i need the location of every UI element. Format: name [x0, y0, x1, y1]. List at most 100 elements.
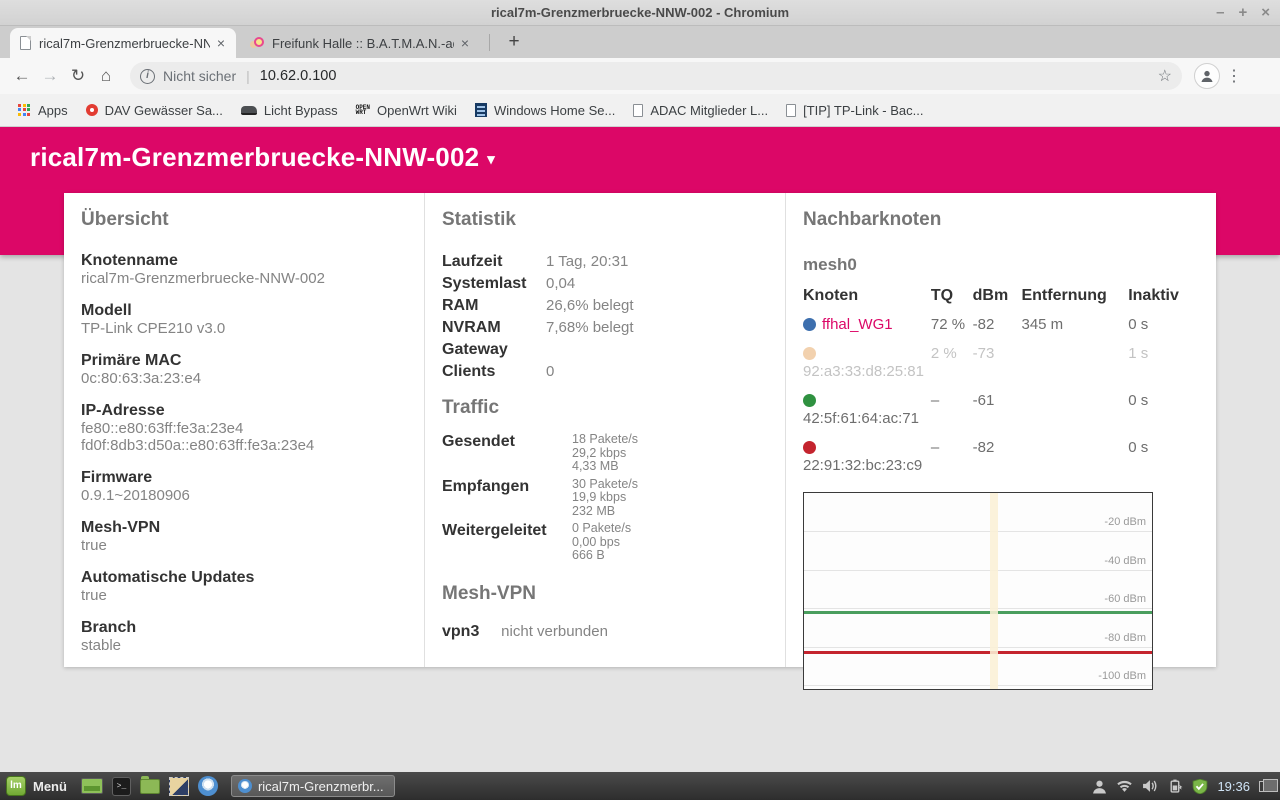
- taskbar: lm Menü >_ rical7m-Grenzmerbr... 19:36: [0, 772, 1280, 800]
- show-desktop-icon[interactable]: [81, 778, 103, 794]
- chromium-icon: [238, 779, 252, 793]
- stat-row: NVRAM7,68% belegt: [442, 317, 767, 339]
- status-dot: [803, 394, 816, 407]
- browser-toolbar: ← → ↻ ⌂ i Nicht sicher | 10.62.0.100 ☆ ⋮: [0, 58, 1280, 94]
- tab-close-icon[interactable]: ×: [458, 35, 472, 51]
- bookmark-dav-gewaesser[interactable]: DAV Gewässer Sa...: [86, 103, 223, 118]
- image-viewer-icon[interactable]: [169, 777, 189, 796]
- neighbor-node-link[interactable]: ffhal_WG1: [822, 316, 893, 333]
- back-icon[interactable]: ←: [8, 66, 36, 86]
- apps-grid-icon: [18, 104, 31, 117]
- new-tab-button[interactable]: +: [500, 28, 528, 56]
- security-label: Nicht sicher: [163, 68, 236, 84]
- tab-title: rical7m-Grenzmerbruecke-NNW: [39, 36, 210, 51]
- table-row: 42:5f:61:64:ac:71 – -61 0 s: [803, 389, 1198, 436]
- task-window-button[interactable]: rical7m-Grenzmerbr...: [231, 775, 395, 797]
- neighbor-mac: 42:5f:61:64:ac:71: [803, 410, 919, 427]
- tab-separator: [489, 34, 490, 51]
- overview-entry: Mesh-VPN true: [81, 518, 406, 554]
- traffic-row: Gesendet 18 Pakete/s29,2 kbps4,33 MB: [442, 433, 767, 474]
- user-icon: [1200, 69, 1214, 83]
- table-row: ffhal_WG1 72 % -82 345 m 0 s: [803, 313, 1198, 342]
- vpn-row: vpn3 nicht verbunden: [442, 623, 767, 641]
- overview-entry: Branch stable: [81, 618, 406, 654]
- statistics-column: Statistik Laufzeit1 Tag, 20:31 Systemlas…: [425, 193, 786, 667]
- tab-strip: rical7m-Grenzmerbruecke-NNW × Freifunk H…: [0, 26, 1280, 58]
- tab-node-status[interactable]: rical7m-Grenzmerbruecke-NNW ×: [10, 28, 236, 58]
- table-row: 92:a3:33:d8:25:81 2 % -73 1 s: [803, 342, 1198, 389]
- window-title: rical7m-Grenzmerbruecke-NNW-002 - Chromi…: [491, 5, 789, 20]
- bookmark-tplink[interactable]: [TIP] TP-Link - Bac...: [786, 103, 923, 118]
- omnibox-separator: |: [246, 68, 250, 84]
- signal-series-line: [804, 651, 1152, 654]
- bookmark-adac[interactable]: ADAC Mitglieder L...: [633, 103, 768, 118]
- tab-close-icon[interactable]: ×: [214, 35, 228, 51]
- clock: 19:36: [1217, 779, 1250, 794]
- home-icon[interactable]: ⌂: [92, 66, 120, 86]
- wifi-icon[interactable]: [1116, 779, 1133, 793]
- server-icon: [475, 103, 487, 117]
- overview-entry: Modell TP-Link CPE210 v3.0: [81, 301, 406, 337]
- signal-series-line: [804, 611, 1152, 614]
- system-tray: 19:36: [1092, 779, 1280, 794]
- overview-entry: IP-Adresse fe80::e80:63ff:fe3a:23e4 fd0f…: [81, 401, 406, 454]
- neighbor-mac: 22:91:32:bc:23:c9: [803, 457, 922, 474]
- file-manager-icon[interactable]: [140, 779, 160, 794]
- browser-menu-icon[interactable]: ⋮: [1220, 66, 1248, 86]
- battery-icon[interactable]: [1168, 779, 1183, 793]
- update-shield-icon[interactable]: [1192, 779, 1208, 794]
- terminal-icon[interactable]: >_: [112, 777, 131, 796]
- status-dot: [803, 441, 816, 454]
- bookmark-star-icon[interactable]: ☆: [1158, 66, 1172, 86]
- traffic-heading: Traffic: [442, 397, 767, 419]
- neighbors-heading: Nachbarknoten: [803, 209, 1198, 231]
- tab-freifunk-halle[interactable]: Freifunk Halle :: B.A.T.M.A.N.-ad ×: [240, 28, 480, 58]
- bookmark-licht-bypass[interactable]: Licht Bypass: [241, 103, 338, 118]
- user-session-icon[interactable]: [1092, 779, 1107, 794]
- statistics-heading: Statistik: [442, 209, 767, 231]
- neighbor-mac: 92:a3:33:d8:25:81: [803, 363, 924, 380]
- page-title: rical7m-Grenzmerbruecke-NNW-002▾: [0, 127, 1280, 173]
- volume-icon[interactable]: [1142, 779, 1159, 793]
- bookmark-label: Windows Home Se...: [494, 103, 615, 118]
- forward-icon[interactable]: →: [36, 66, 64, 86]
- workspace-switcher-icon[interactable]: [1259, 781, 1272, 792]
- traffic-row: Empfangen 30 Pakete/s19,9 kbps232 MB: [442, 478, 767, 519]
- address-bar[interactable]: i Nicht sicher | 10.62.0.100 ☆: [130, 62, 1182, 90]
- openwrt-logo-icon: OPENWRT: [356, 105, 370, 116]
- bookmark-openwrt-wiki[interactable]: OPENWRT OpenWrt Wiki: [356, 103, 457, 118]
- close-button[interactable]: ×: [1261, 0, 1270, 26]
- bookmark-label: Licht Bypass: [264, 103, 338, 118]
- status-card: Übersicht Knotenname rical7m-Grenzmerbru…: [64, 193, 1216, 667]
- bookmark-apps[interactable]: Apps: [18, 103, 68, 118]
- overview-heading: Übersicht: [81, 209, 406, 231]
- overview-column: Übersicht Knotenname rical7m-Grenzmerbru…: [64, 193, 425, 667]
- table-row: 22:91:32:bc:23:c9 – -82 0 s: [803, 436, 1198, 483]
- chevron-down-icon[interactable]: ▾: [487, 151, 495, 168]
- table-header-row: Knoten TQ dBm Entfernung Inaktiv: [803, 287, 1198, 313]
- page-icon: [786, 104, 796, 117]
- overview-entry: Primäre MAC 0c:80:63:3a:23:e4: [81, 351, 406, 387]
- time-marker-band: [990, 493, 998, 689]
- reload-icon[interactable]: ↻: [64, 66, 92, 86]
- tab-title: Freifunk Halle :: B.A.T.M.A.N.-ad: [272, 36, 454, 51]
- traffic-row: Weitergeleitet 0 Pakete/s0,00 bps666 B: [442, 522, 767, 563]
- profile-avatar[interactable]: [1194, 63, 1220, 89]
- bookmark-label: ADAC Mitglieder L...: [650, 103, 768, 118]
- page-icon: [633, 104, 643, 117]
- bookmarks-bar: Apps DAV Gewässer Sa... Licht Bypass OPE…: [0, 94, 1280, 127]
- signal-chart: -20 dBm-40 dBm-60 dBm-80 dBm-100 dBm: [803, 492, 1153, 690]
- neighbors-column: Nachbarknoten mesh0 Knoten TQ dBm Entfer…: [786, 193, 1216, 667]
- stat-row: Clients0: [442, 361, 767, 383]
- minimize-button[interactable]: –: [1216, 0, 1224, 26]
- url-text[interactable]: 10.62.0.100: [260, 68, 1158, 84]
- site-info-icon[interactable]: i: [140, 69, 155, 84]
- bookmark-windows-home-server[interactable]: Windows Home Se...: [475, 103, 615, 118]
- maximize-button[interactable]: +: [1238, 0, 1247, 26]
- bookmark-label: Apps: [38, 103, 68, 118]
- mint-menu-icon[interactable]: lm: [6, 776, 26, 796]
- overview-entry: Firmware 0.9.1~20180906: [81, 468, 406, 504]
- car-icon: [241, 106, 257, 115]
- chromium-icon[interactable]: [198, 776, 218, 796]
- menu-button[interactable]: Menü: [33, 779, 67, 794]
